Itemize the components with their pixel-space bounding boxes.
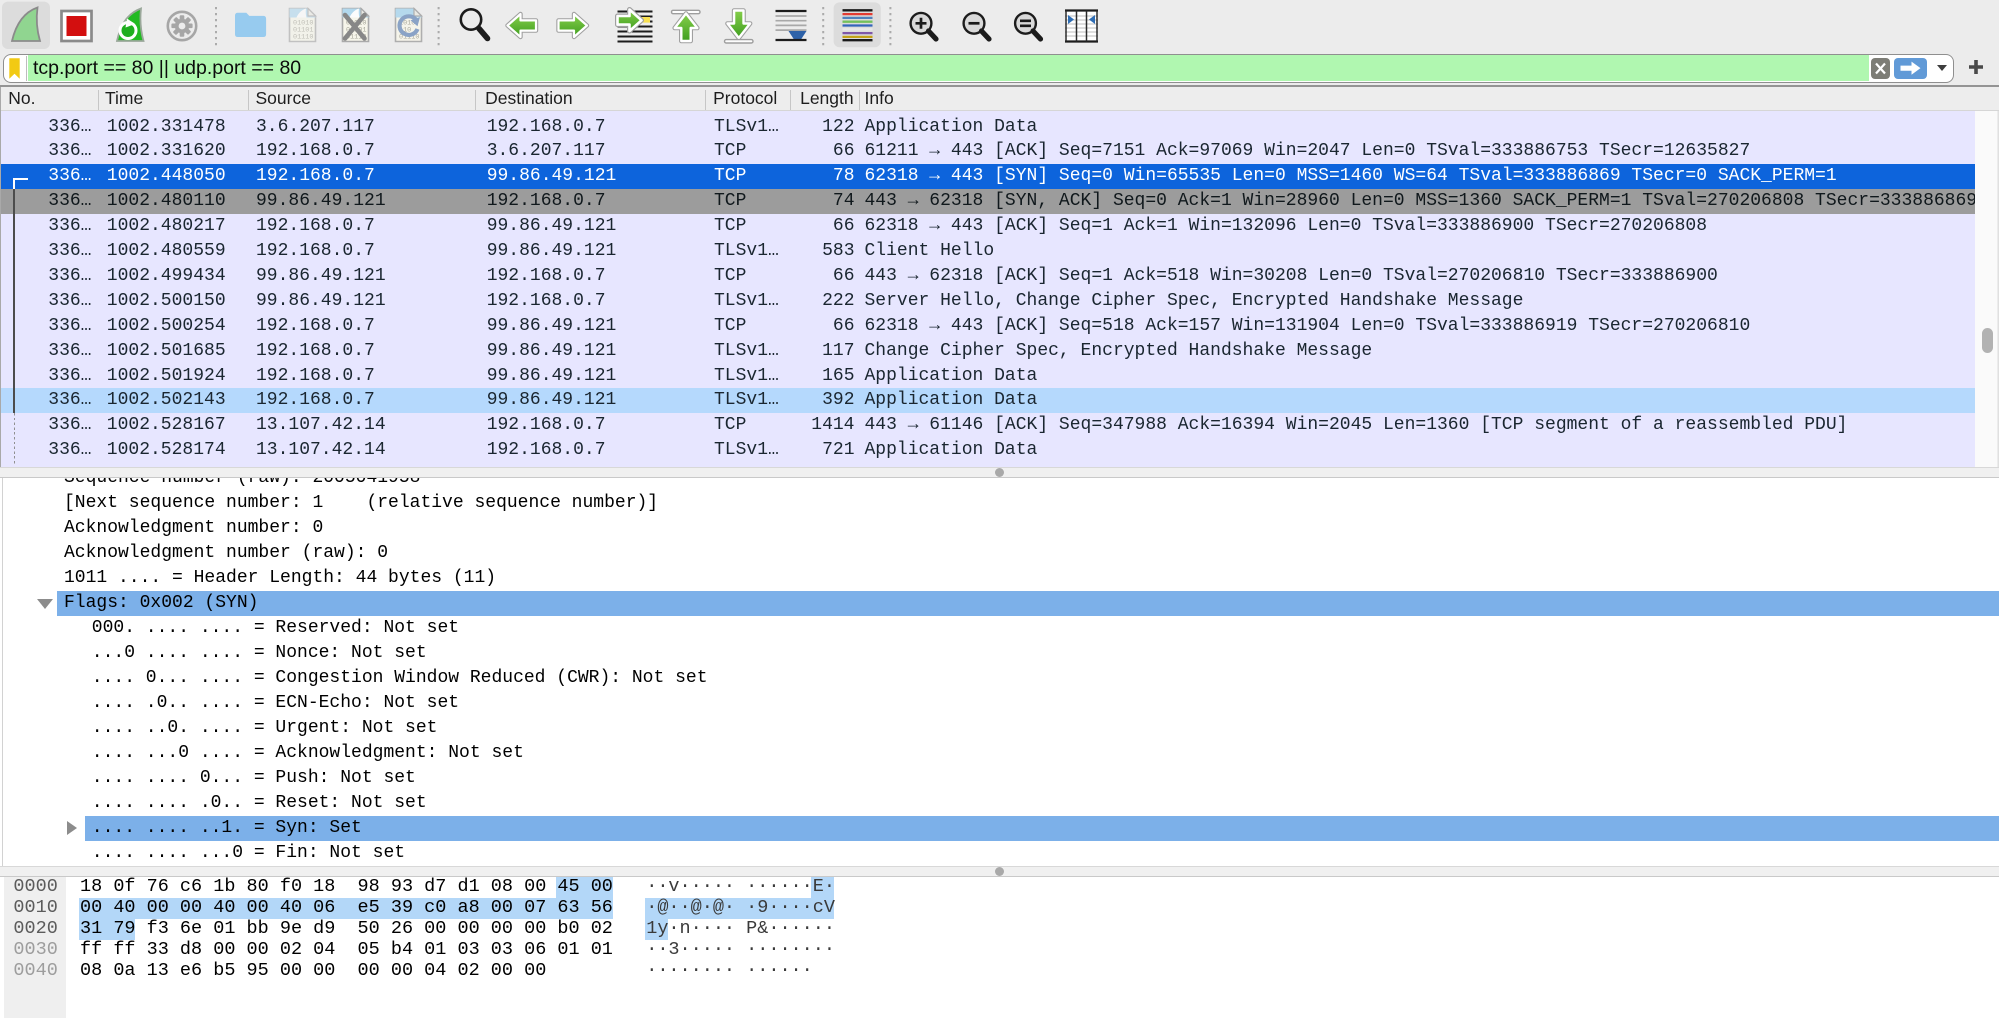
svg-text:01110: 01110 (293, 34, 313, 42)
